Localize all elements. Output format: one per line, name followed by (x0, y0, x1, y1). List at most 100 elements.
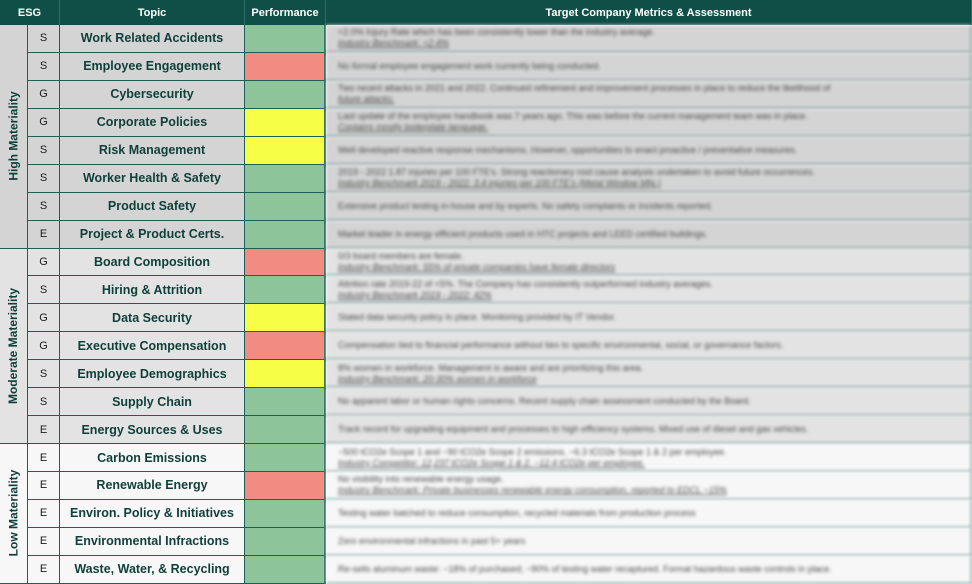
group-label-low: Low Materiality (0, 444, 28, 584)
performance-indicator (245, 332, 326, 361)
group-label-text: High Materiality (6, 91, 21, 181)
topic-name: Environmental Infractions (60, 527, 245, 556)
performance-indicator (245, 527, 326, 556)
assessment-line: Last update of the employee handbook was… (338, 111, 808, 122)
performance-indicator (245, 555, 326, 584)
performance-indicator (245, 276, 326, 305)
esg-code: S (28, 388, 60, 417)
topic-name: Work Related Accidents (60, 25, 245, 53)
assessment-text: Two recent attacks in 2021 and 2022. Con… (326, 80, 972, 109)
assessment-line: No visibility into renewable energy usag… (338, 474, 504, 485)
esg-code: S (28, 25, 60, 53)
assessment-line: Two recent attacks in 2021 and 2022. Con… (338, 83, 831, 94)
esg-code: E (28, 220, 60, 249)
assessment-benchmark-line: Industry Competitor: 12,237 tCO2e Scope … (338, 457, 645, 468)
assessment-benchmark-line: Industry Benchmark: 20-30% women in work… (338, 373, 537, 384)
performance-indicator (245, 136, 326, 165)
topic-name: Hiring & Attrition (60, 276, 245, 305)
assessment-text: ~500 tCO2e Scope 1 and ~90 tCO2e Scope 2… (326, 444, 972, 472)
esg-code: S (28, 164, 60, 193)
assessment-line: Compensation tied to financial performan… (338, 340, 784, 351)
group-label-text: Moderate Materiality (6, 287, 21, 404)
assessment-text: 2019 - 2022 1.87 injuries per 100 FTE's.… (326, 164, 972, 193)
topic-name: Corporate Policies (60, 108, 245, 137)
performance-indicator (245, 416, 326, 445)
esg-code: G (28, 108, 60, 137)
assessment-line: Attrition rate 2019-22 of <5%. The Compa… (338, 278, 713, 289)
esg-code: S (28, 360, 60, 389)
performance-indicator (245, 360, 326, 389)
assessment-text: Re-sells aluminum waste: ~18% of purchas… (326, 555, 972, 584)
header-performance: Performance (245, 0, 326, 25)
esg-code: S (28, 52, 60, 81)
performance-indicator (245, 192, 326, 221)
esg-code: E (28, 416, 60, 445)
assessment-text: Track record for upgrading equipment and… (326, 416, 972, 445)
esg-code: G (28, 248, 60, 277)
esg-code: S (28, 192, 60, 221)
performance-indicator (245, 388, 326, 417)
performance-indicator (245, 304, 326, 333)
performance-indicator (245, 108, 326, 137)
performance-indicator (245, 220, 326, 249)
assessment-text: Stated data security policy in place. Mo… (326, 304, 972, 333)
esg-code: E (28, 499, 60, 528)
assessment-line: Extensive product testing in-house and b… (338, 200, 713, 211)
assessment-text: Compensation tied to financial performan… (326, 332, 972, 361)
performance-indicator (245, 25, 326, 53)
assessment-line: 0/3 board members are female. (338, 250, 464, 261)
esg-code: G (28, 80, 60, 109)
topic-name: Renewable Energy (60, 472, 245, 500)
esg-code: E (28, 444, 60, 472)
esg-code: G (28, 332, 60, 361)
esg-code: G (28, 304, 60, 333)
group-label-text: Low Materiality (6, 470, 21, 557)
assessment-line: Track record for upgrading equipment and… (338, 424, 809, 435)
group-label-high: High Materiality (0, 25, 28, 249)
assessment-line: 2019 - 2022 1.87 injuries per 100 FTE's.… (338, 167, 815, 178)
assessment-text: Attrition rate 2019-22 of <5%. The Compa… (326, 276, 972, 305)
topic-name: Board Composition (60, 248, 245, 277)
assessment-line: 8% women in workforce. Management is awa… (338, 362, 644, 373)
topic-name: Executive Compensation (60, 332, 245, 361)
assessment-benchmark-line: Industry Benchmark 2019 - 2022: 3.4 inju… (338, 178, 661, 189)
assessment-line: No apparent labor or human rights concer… (338, 396, 751, 407)
esg-materiality-table: ESG Topic Performance Target Company Met… (0, 0, 972, 584)
group-label-moderate: Moderate Materiality (0, 248, 28, 445)
assessment-text: Zero environmental infractions in past 5… (326, 527, 972, 556)
assessment-text: Testing water batched to reduce consumpt… (326, 499, 972, 528)
performance-indicator (245, 52, 326, 81)
topic-name: Product Safety (60, 192, 245, 221)
assessment-text: 0/3 board members are female. Industry Be… (326, 248, 972, 277)
topic-name: Worker Health & Safety (60, 164, 245, 193)
esg-code: S (28, 276, 60, 305)
assessment-benchmark-line: Industry Benchmark: Private businesses r… (338, 485, 727, 496)
topic-name: Employee Engagement (60, 52, 245, 81)
header-topic: Topic (60, 0, 245, 25)
esg-code: E (28, 555, 60, 584)
performance-indicator (245, 472, 326, 500)
assessment-line: Testing water batched to reduce consumpt… (338, 507, 696, 518)
header-assessment: Target Company Metrics & Assessment (326, 0, 972, 25)
assessment-line: Well developed reactive response mechani… (338, 144, 798, 155)
assessment-text: Extensive product testing in-house and b… (326, 192, 972, 221)
assessment-line: Market leader in energy efficient produc… (338, 228, 708, 239)
assessment-benchmark-line: Industry Benchmark 2019 - 2022: 42% (338, 289, 492, 300)
performance-indicator (245, 164, 326, 193)
assessment-text: No formal employee engagement work curre… (326, 52, 972, 81)
assessment-line: No formal employee engagement work curre… (338, 60, 601, 71)
topic-name: Employee Demographics (60, 360, 245, 389)
assessment-text: No visibility into renewable energy usag… (326, 472, 972, 500)
assessment-benchmark-line: future attacks. (338, 94, 395, 105)
topic-name: Data Security (60, 304, 245, 333)
performance-indicator (245, 248, 326, 277)
assessment-line: ~500 tCO2e Scope 1 and ~90 tCO2e Scope 2… (338, 446, 727, 457)
topic-name: Risk Management (60, 136, 245, 165)
topic-name: Energy Sources & Uses (60, 416, 245, 445)
topic-name: Environ. Policy & Initiatives (60, 499, 245, 528)
esg-code: E (28, 527, 60, 556)
assessment-line: Zero environmental infractions in past 5… (338, 535, 526, 546)
assessment-line: Re-sells aluminum waste: ~18% of purchas… (338, 563, 832, 574)
assessment-text: No apparent labor or human rights concer… (326, 388, 972, 417)
header-esg: ESG (0, 0, 60, 25)
